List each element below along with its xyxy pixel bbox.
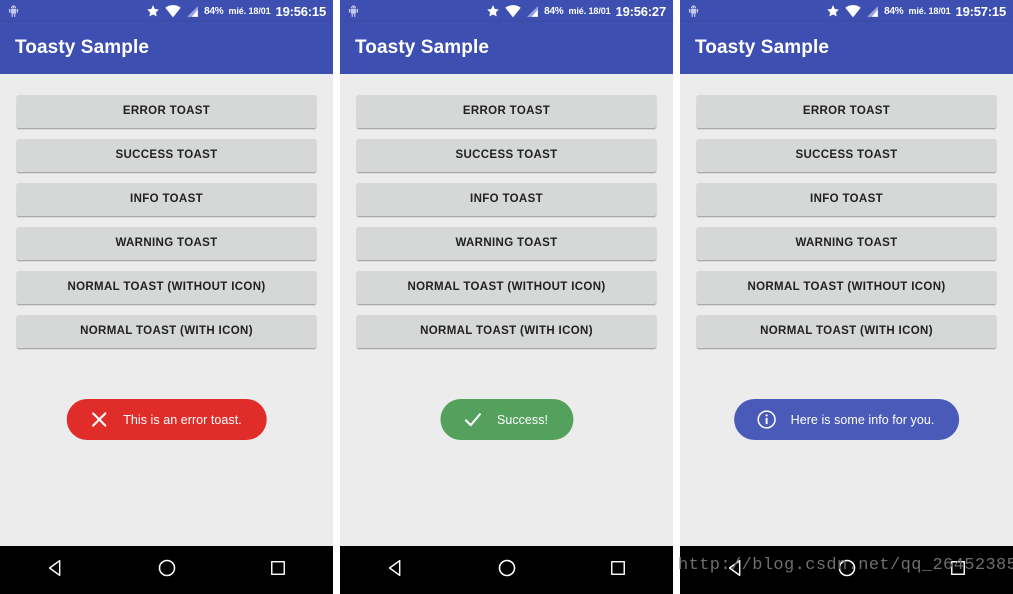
normal-toast-with-icon-button[interactable]: NORMAL TOAST (WITH ICON) [697, 315, 996, 348]
android-droid-icon [687, 4, 700, 18]
toast-message: Here is some info for you. [790, 412, 935, 427]
battery-percent: 84% [884, 5, 904, 17]
battery-percent: 84% [204, 5, 224, 17]
content-area: ERROR TOAST SUCCESS TOAST INFO TOAST WAR… [0, 74, 333, 546]
error-toast-button[interactable]: ERROR TOAST [17, 95, 316, 128]
wifi-icon [845, 4, 861, 18]
normal-toast-without-icon-button[interactable]: NORMAL TOAST (WITHOUT ICON) [17, 271, 316, 304]
info-circle-icon [756, 409, 777, 430]
app-title: Toasty Sample [695, 37, 829, 58]
status-date: mié. 18/01 [568, 6, 611, 16]
status-time: 19:57:15 [955, 3, 1007, 19]
android-droid-icon [347, 4, 360, 18]
warning-toast-button[interactable]: WARNING TOAST [357, 227, 656, 260]
status-bar-left [7, 4, 20, 18]
status-bar-right: 84% mié. 18/01 19:56:27 [486, 4, 666, 19]
wifi-icon [505, 4, 521, 18]
app-bar: Toasty Sample [680, 22, 1013, 74]
success-toast: Success! [439, 399, 574, 440]
back-triangle-icon[interactable] [45, 557, 67, 584]
back-triangle-icon[interactable] [725, 557, 747, 584]
warning-toast-button[interactable]: WARNING TOAST [17, 227, 316, 260]
toast-message: Success! [496, 412, 549, 427]
error-toast: This is an error toast. [66, 399, 267, 440]
recents-square-icon[interactable] [268, 558, 288, 583]
status-bar-right: 84% mié. 18/01 19:56:15 [146, 4, 326, 19]
success-toast-button[interactable]: SUCCESS TOAST [697, 139, 996, 172]
check-icon [462, 409, 483, 430]
status-date: mié. 18/01 [908, 6, 951, 16]
normal-toast-with-icon-button[interactable]: NORMAL TOAST (WITH ICON) [357, 315, 656, 348]
recents-square-icon[interactable] [608, 558, 628, 583]
normal-toast-with-icon-button[interactable]: NORMAL TOAST (WITH ICON) [17, 315, 316, 348]
navigation-bar [0, 546, 333, 594]
status-time: 19:56:15 [275, 3, 327, 19]
success-toast-button[interactable]: SUCCESS TOAST [17, 139, 316, 172]
success-toast-button[interactable]: SUCCESS TOAST [357, 139, 656, 172]
info-toast-button[interactable]: INFO TOAST [17, 183, 316, 216]
normal-toast-without-icon-button[interactable]: NORMAL TOAST (WITHOUT ICON) [697, 271, 996, 304]
navigation-bar [340, 546, 673, 594]
info-toast: Here is some info for you. [733, 399, 960, 440]
status-bar: 84% mié. 18/01 19:56:27 [340, 0, 673, 22]
device-screen-panel-1: 84% mié. 18/01 19:56:15 Toasty Sample ER… [0, 0, 333, 594]
normal-toast-without-icon-button[interactable]: NORMAL TOAST (WITHOUT ICON) [357, 271, 656, 304]
battery-percent: 84% [544, 5, 564, 17]
device-screen-panel-2: 84% mié. 18/01 19:56:27 Toasty Sample ER… [340, 0, 673, 594]
recents-square-icon[interactable] [948, 558, 968, 583]
status-bar: 84% mié. 18/01 19:56:15 [0, 0, 333, 22]
signal-icon [526, 5, 539, 18]
app-bar: Toasty Sample [0, 22, 333, 74]
content-area: ERROR TOAST SUCCESS TOAST INFO TOAST WAR… [340, 74, 673, 546]
info-toast-button[interactable]: INFO TOAST [697, 183, 996, 216]
content-area: ERROR TOAST SUCCESS TOAST INFO TOAST WAR… [680, 74, 1013, 546]
home-circle-icon[interactable] [496, 557, 518, 584]
app-title: Toasty Sample [15, 37, 149, 58]
star-icon [486, 4, 500, 18]
app-bar: Toasty Sample [340, 22, 673, 74]
signal-icon [866, 5, 879, 18]
toast-message: This is an error toast. [123, 412, 242, 427]
home-circle-icon[interactable] [156, 557, 178, 584]
status-bar: 84% mié. 18/01 19:57:15 [680, 0, 1013, 22]
status-bar-right: 84% mié. 18/01 19:57:15 [826, 4, 1006, 19]
back-triangle-icon[interactable] [385, 557, 407, 584]
star-icon [146, 4, 160, 18]
navigation-bar [680, 546, 1013, 594]
wifi-icon [165, 4, 181, 18]
info-toast-button[interactable]: INFO TOAST [357, 183, 656, 216]
home-circle-icon[interactable] [836, 557, 858, 584]
status-time: 19:56:27 [615, 3, 667, 19]
close-x-icon [88, 409, 109, 430]
error-toast-button[interactable]: ERROR TOAST [697, 95, 996, 128]
app-title: Toasty Sample [355, 37, 489, 58]
error-toast-button[interactable]: ERROR TOAST [357, 95, 656, 128]
screenshot-stage: 84% mié. 18/01 19:56:15 Toasty Sample ER… [0, 0, 1013, 594]
status-bar-left [687, 4, 700, 18]
star-icon [826, 4, 840, 18]
signal-icon [186, 5, 199, 18]
warning-toast-button[interactable]: WARNING TOAST [697, 227, 996, 260]
status-date: mié. 18/01 [228, 6, 271, 16]
device-screen-panel-3: 84% mié. 18/01 19:57:15 Toasty Sample ER… [680, 0, 1013, 594]
status-bar-left [347, 4, 360, 18]
android-droid-icon [7, 4, 20, 18]
